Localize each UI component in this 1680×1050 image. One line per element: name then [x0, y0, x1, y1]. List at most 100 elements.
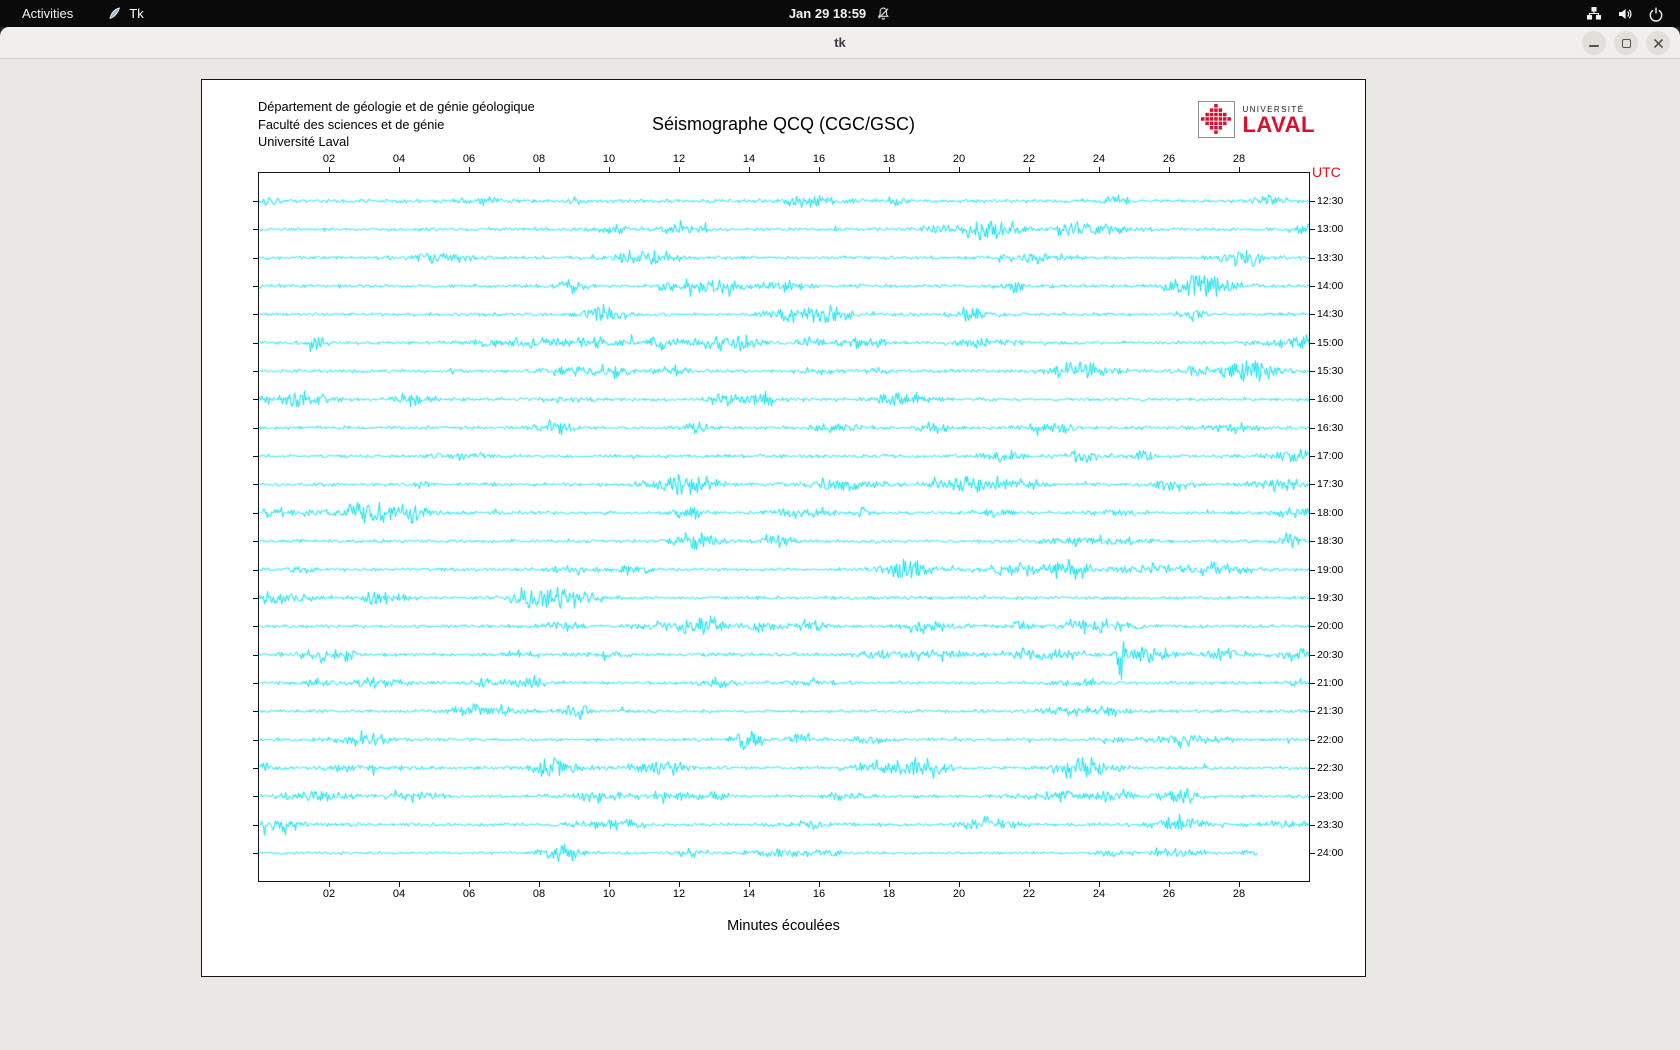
x-tick-label-top: 28	[1232, 153, 1246, 165]
row-tick-right	[1310, 257, 1315, 259]
row-time-label: 22:00	[1317, 733, 1344, 746]
utc-label: UTC	[1312, 164, 1341, 180]
x-tick-label-top: 04	[392, 153, 406, 165]
row-tick-left	[253, 399, 258, 401]
row-time-label: 12:30	[1317, 195, 1344, 207]
x-tick-label-top: 12	[672, 153, 686, 165]
row-time-label: 20:00	[1317, 620, 1344, 633]
row-tick-left	[253, 824, 258, 826]
plot-title: Séismographe QCQ (CGC/GSC)	[651, 114, 916, 134]
row-time-label: 15:00	[1317, 336, 1344, 349]
row-tick-right	[1310, 427, 1315, 429]
row-time-label: 18:30	[1317, 535, 1344, 548]
row-tick-right	[1310, 597, 1315, 599]
x-tick-bottom	[889, 882, 890, 887]
focused-app-label: Tk	[129, 6, 144, 21]
x-tick-top	[469, 167, 470, 172]
x-tick-bottom	[469, 882, 470, 887]
row-tick-left	[253, 257, 258, 259]
row-tick-left	[253, 654, 258, 656]
focused-app-indicator[interactable]: Tk	[107, 6, 144, 21]
row-time-label: 16:30	[1317, 421, 1344, 434]
x-tick-bottom	[1169, 882, 1170, 887]
volume-icon[interactable]	[1617, 6, 1633, 22]
row-tick-left	[253, 739, 258, 741]
row-tick-left	[253, 541, 258, 543]
row-tick-right	[1310, 796, 1315, 798]
x-tick-top	[1029, 167, 1030, 172]
x-tick-label-top: 08	[532, 153, 546, 165]
seismograph-panel: Département de géologie et de génie géol…	[201, 79, 1366, 977]
x-tick-bottom	[679, 882, 680, 887]
row-time-label: 24:00	[1317, 847, 1344, 859]
x-tick-label-bottom: 06	[462, 888, 476, 900]
row-time-label: 20:30	[1317, 648, 1344, 661]
row-tick-right	[1310, 314, 1315, 316]
x-tick-top	[539, 167, 540, 172]
row-tick-left	[253, 484, 258, 486]
x-tick-label-top: 20	[952, 153, 966, 165]
x-tick-label-top: 14	[742, 153, 756, 165]
x-tick-top	[329, 167, 330, 172]
row-tick-left	[253, 286, 258, 288]
x-tick-top	[609, 167, 610, 172]
minimize-icon	[1589, 45, 1599, 47]
minimize-button[interactable]	[1582, 31, 1606, 55]
row-tick-left	[253, 427, 258, 429]
x-tick-top	[749, 167, 750, 172]
x-tick-bottom	[539, 882, 540, 887]
row-tick-right	[1310, 286, 1315, 288]
row-tick-left	[253, 597, 258, 599]
maximize-icon	[1621, 38, 1631, 48]
clock-label: Jan 29 18:59	[788, 6, 867, 21]
row-tick-right	[1310, 654, 1315, 656]
row-tick-right	[1310, 342, 1315, 344]
row-tick-right	[1310, 512, 1315, 514]
x-tick-bottom	[609, 882, 610, 887]
x-tick-bottom	[1029, 882, 1030, 887]
row-tick-right	[1310, 824, 1315, 826]
row-time-label: 13:30	[1317, 251, 1344, 264]
x-tick-label-top: 02	[322, 153, 336, 165]
x-tick-label-bottom: 18	[882, 888, 896, 900]
row-time-label: 22:30	[1317, 761, 1344, 774]
row-tick-left	[253, 314, 258, 316]
network-icon[interactable]	[1586, 6, 1602, 22]
row-tick-right	[1310, 456, 1315, 458]
row-tick-right	[1310, 399, 1315, 401]
maximize-button[interactable]	[1614, 31, 1638, 55]
window-controls	[1582, 31, 1670, 55]
x-tick-bottom	[749, 882, 750, 887]
row-tick-right	[1310, 229, 1315, 231]
row-time-label: 23:30	[1317, 818, 1344, 831]
row-tick-left	[253, 626, 258, 628]
x-tick-label-bottom: 10	[602, 888, 616, 900]
row-time-label: 21:00	[1317, 676, 1344, 689]
x-tick-label-top: 10	[602, 153, 616, 165]
row-time-label: 17:30	[1317, 478, 1344, 491]
x-tick-top	[1099, 167, 1100, 172]
institution-line: Université Laval	[258, 134, 350, 150]
close-button[interactable]	[1646, 31, 1670, 55]
activities-button[interactable]: Activities	[14, 4, 81, 23]
row-time-label: 19:30	[1317, 591, 1344, 604]
x-tick-label-bottom: 08	[532, 888, 546, 900]
row-tick-right	[1310, 541, 1315, 543]
system-status-area	[1586, 6, 1664, 22]
institution-line: Département de géologie et de génie géol…	[258, 99, 535, 114]
row-tick-right	[1310, 484, 1315, 486]
row-tick-left	[253, 342, 258, 344]
row-time-label: 14:00	[1317, 280, 1344, 293]
row-tick-right	[1310, 626, 1315, 628]
x-tick-top	[399, 167, 400, 172]
window-titlebar[interactable]: tk	[0, 27, 1680, 59]
power-icon[interactable]	[1648, 6, 1664, 22]
row-tick-left	[253, 853, 258, 854]
seismogram-canvas	[259, 173, 1309, 881]
row-tick-right	[1310, 767, 1315, 769]
row-tick-left	[253, 456, 258, 458]
row-tick-left	[253, 711, 258, 713]
clock-menu[interactable]: Jan 29 18:59	[789, 6, 891, 21]
x-tick-top	[1169, 167, 1170, 172]
row-tick-left	[253, 512, 258, 514]
